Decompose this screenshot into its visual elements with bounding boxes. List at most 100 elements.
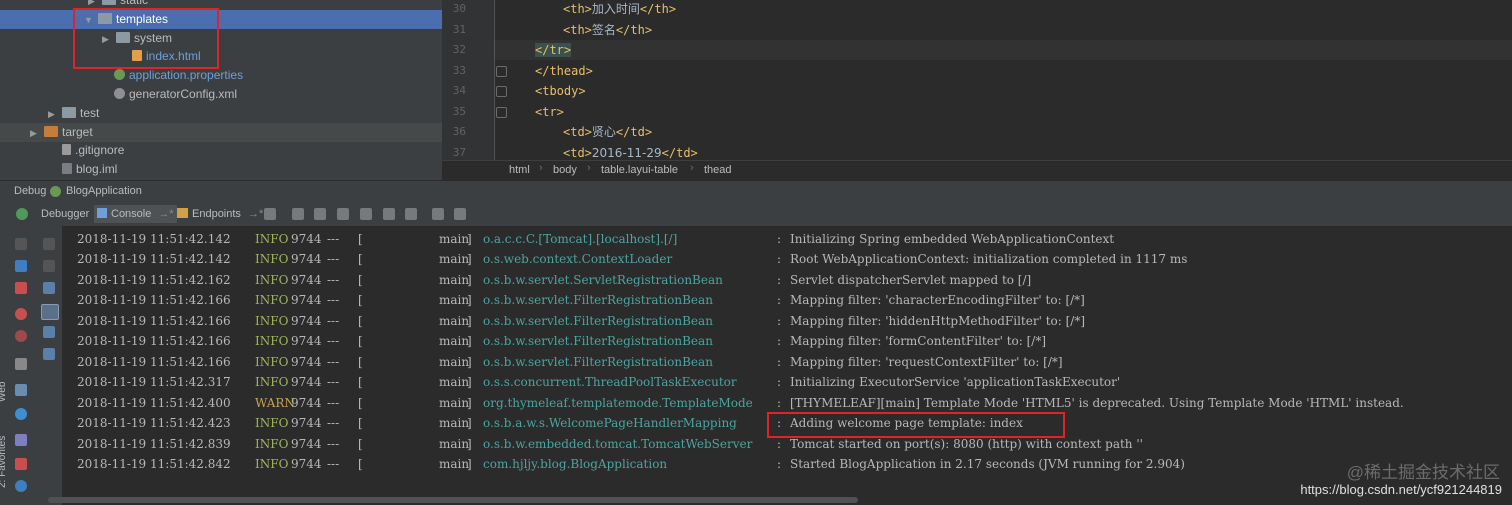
fold-marker-icon[interactable] [496,106,507,118]
step-over-icon[interactable] [292,208,304,220]
horizontal-scrollbar[interactable] [48,497,858,503]
log-separator: --- [327,436,340,451]
log-line[interactable]: 2018-11-19 11:51:42.317 INFO 9744 ---[] main… [77,372,1507,392]
log-thread: main [439,456,470,471]
code-line[interactable]: </tr> [535,40,572,60]
fold-marker-icon[interactable] [496,65,507,77]
step-into-icon[interactable] [314,208,326,220]
evaluate-icon[interactable] [432,208,444,220]
log-line[interactable]: 2018-11-19 11:51:42.142 INFO 9744 ---[] main… [77,229,1507,249]
side-label-favorites[interactable]: 2: Favorites [0,436,8,488]
close-icon[interactable] [15,458,27,470]
log-line[interactable]: 2018-11-19 11:51:42.166 INFO 9744 ---[] main… [77,311,1507,331]
log-line[interactable]: 2018-11-19 11:51:42.842 INFO 9744 ---[] main… [77,454,1507,474]
view-breakpoints-icon[interactable] [15,308,27,320]
log-message: Mapping filter: 'requestContextFilter' t… [790,354,1063,369]
log-punct: : [777,334,782,349]
gear-icon[interactable] [15,408,27,420]
log-level: INFO [255,416,289,431]
log-punct: [ [358,334,363,349]
run-to-cursor-icon[interactable] [405,208,417,220]
help-icon[interactable] [15,480,27,492]
log-thread: main [439,232,470,246]
arrow-down-icon[interactable] [43,260,55,272]
log-logger: o.s.s.concurrent.ThreadPoolTaskExecutor [483,375,737,390]
breadcrumb-item[interactable]: html [509,164,530,176]
code-line[interactable]: <tr> [535,102,564,122]
tree-item[interactable]: ▶ test [0,104,442,123]
step-out-icon[interactable] [360,208,372,220]
resume-icon[interactable] [15,238,27,250]
breadcrumb-item[interactable]: body [553,164,577,176]
log-punct: [ [358,232,363,246]
console-output[interactable]: 2018-11-19 11:51:42.142 INFO 9744 ---[] main… [62,226,1512,505]
tree-item[interactable]: blog.iml [0,160,442,179]
side-label-web[interactable]: Web [0,382,8,402]
tree-item[interactable]: ▼ templates [0,9,442,29]
html-closing-tag: </th> [639,2,677,16]
code-line[interactable]: <td>贤心</td> [563,122,652,142]
log-line[interactable]: 2018-11-19 11:51:42.166 INFO 9744 ---[] main… [77,352,1507,372]
tree-item[interactable]: .gitignore [0,141,442,160]
log-pid: 9744 [291,354,322,369]
file-icon [62,144,71,156]
breadcrumb-item[interactable]: table.layui-table [601,164,678,176]
code-line[interactable]: <th>加入时间</th> [563,0,676,19]
line-number: 34 [452,84,466,97]
chevron-right-icon[interactable]: ▶ [30,124,40,143]
tree-item[interactable]: index.html [0,47,442,66]
log-line[interactable]: 2018-11-19 11:51:42.166 INFO 9744 ---[] main… [77,331,1507,351]
log-punct: [ [358,456,363,471]
log-line[interactable]: 2018-11-19 11:51:42.142 INFO 9744 ---[] main… [77,249,1507,269]
settings-icon[interactable] [454,208,466,220]
layout-icon[interactable] [264,208,276,220]
log-message: Mapping filter: 'characterEncodingFilter… [790,293,1085,308]
log-thread: main [439,375,470,390]
scroll-to-end-icon[interactable] [41,304,59,320]
arrow-up-icon[interactable] [43,238,55,250]
code-line[interactable]: </thead> [535,61,593,81]
watermark-juejin: @稀土掘金技术社区 [1346,463,1500,482]
pin-icon[interactable] [15,434,27,446]
code-line[interactable]: <tbody> [535,81,586,101]
layout-settings-icon[interactable] [15,384,27,396]
clear-all-icon[interactable] [43,348,55,360]
camera-icon[interactable] [15,358,27,370]
log-level: INFO [255,313,289,328]
debug-toolbar: Debugger Console →* Endpoints →* [0,202,1512,227]
watermark-csdn: https://blog.csdn.net/ycf921244819 [1300,482,1502,497]
log-pid: 9744 [291,334,322,349]
tab-endpoints[interactable]: Endpoints →* [174,205,266,223]
drop-frame-icon[interactable] [383,208,395,220]
pause-icon[interactable] [15,260,27,272]
print-icon[interactable] [43,326,55,338]
line-number: 31 [452,22,466,36]
log-pid: 9744 [291,436,322,451]
fold-marker-icon[interactable] [496,86,507,97]
log-logger: o.s.b.w.servlet.FilterRegistrationBean [483,354,713,369]
code-line[interactable]: <td>2016-11-29</td> [563,143,698,161]
mute-breakpoints-icon[interactable] [15,330,27,342]
log-line[interactable]: 2018-11-19 11:51:42.166 INFO 9744 ---[] main… [77,290,1507,310]
tree-item[interactable]: application.properties [0,66,442,85]
log-line[interactable]: 2018-11-19 11:51:42.162 INFO 9744 ---[] main… [77,270,1507,290]
tree-item[interactable]: ▶ target [0,122,442,143]
log-level: INFO [255,456,289,471]
force-step-into-icon[interactable] [337,208,349,220]
chevron-right-icon[interactable]: ▶ [48,105,58,124]
tree-item[interactable]: ▶ static [0,0,442,10]
log-pid: 9744 [291,293,322,308]
tree-item[interactable]: ▶ system [0,29,442,48]
code-editor[interactable]: 30 31 32 33 34 35 36 37 <th>加入时间</th> <th>签名</th… [442,0,1512,160]
log-thread: main [439,334,470,349]
soft-wrap-icon[interactable] [43,282,55,294]
breadcrumb-item[interactable]: thead [704,164,732,176]
log-line[interactable]: 2018-11-19 11:51:42.400 WARN 9744 ---[] main… [77,393,1507,413]
rerun-icon[interactable] [16,208,28,220]
tab-debugger[interactable]: Debugger [38,205,92,223]
stop-icon[interactable] [15,282,27,294]
code-line[interactable]: <th>签名</th> [563,20,652,40]
debug-config-name[interactable]: BlogApplication [66,185,142,197]
tab-console[interactable]: Console →* [94,205,177,223]
tree-item[interactable]: generatorConfig.xml [0,85,442,104]
